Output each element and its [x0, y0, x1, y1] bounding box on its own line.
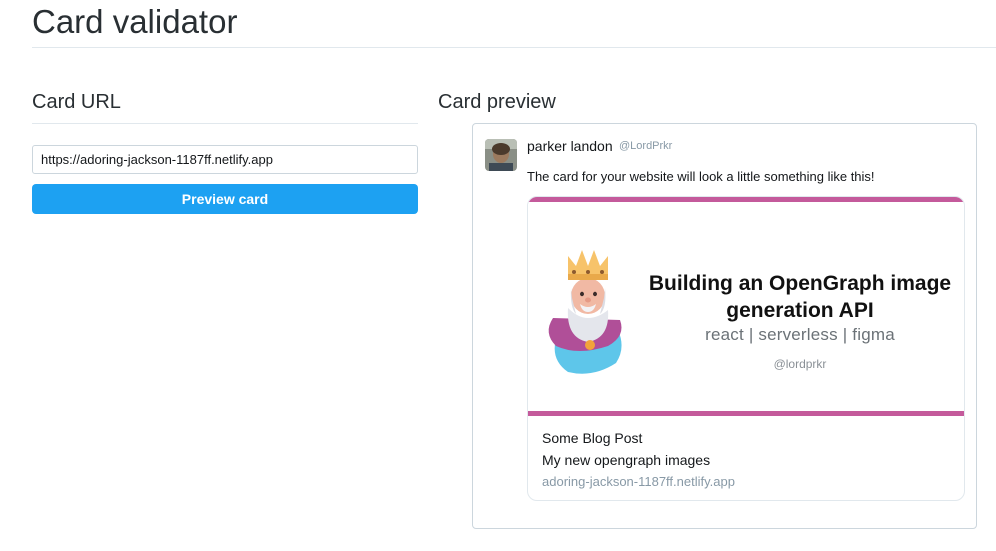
og-image-tags: react | serverless | figma [705, 325, 895, 344]
preview-card-button[interactable]: Preview card [32, 184, 418, 214]
avatar-photo-icon [485, 139, 517, 171]
card-description: My new opengraph images [542, 452, 711, 468]
card-domain[interactable]: adoring-jackson-1187ff.netlify.app [542, 471, 954, 493]
card-meta: Some Blog Post My new opengraph images a… [542, 427, 954, 493]
summary-card[interactable]: Building an OpenGraph image generation A… [527, 196, 965, 501]
title-divider [32, 47, 996, 48]
og-image-title: Building an OpenGraph image generation A… [648, 272, 952, 322]
author-name[interactable]: parker landon [527, 138, 613, 154]
card-title[interactable]: Some Blog Post [542, 427, 954, 449]
card-validator-page: Card validator Card URL Preview card Car… [0, 0, 996, 551]
tweet-preview: parker landon @LordPrkr The card for you… [472, 123, 977, 529]
author-handle[interactable]: @LordPrkr [619, 140, 672, 152]
card-preview-heading: Card preview [438, 91, 556, 113]
avatar [485, 139, 517, 171]
page-title: Card validator [32, 3, 238, 40]
card-image: Building an OpenGraph image generation A… [528, 197, 964, 416]
tweet-text: The card for your website will look a li… [527, 169, 875, 184]
king-icon [548, 250, 622, 374]
card-url-divider [32, 123, 418, 124]
og-image-handle: @lordprkr [773, 357, 827, 371]
card-url-input[interactable] [32, 145, 418, 174]
card-url-heading: Card URL [32, 91, 121, 113]
